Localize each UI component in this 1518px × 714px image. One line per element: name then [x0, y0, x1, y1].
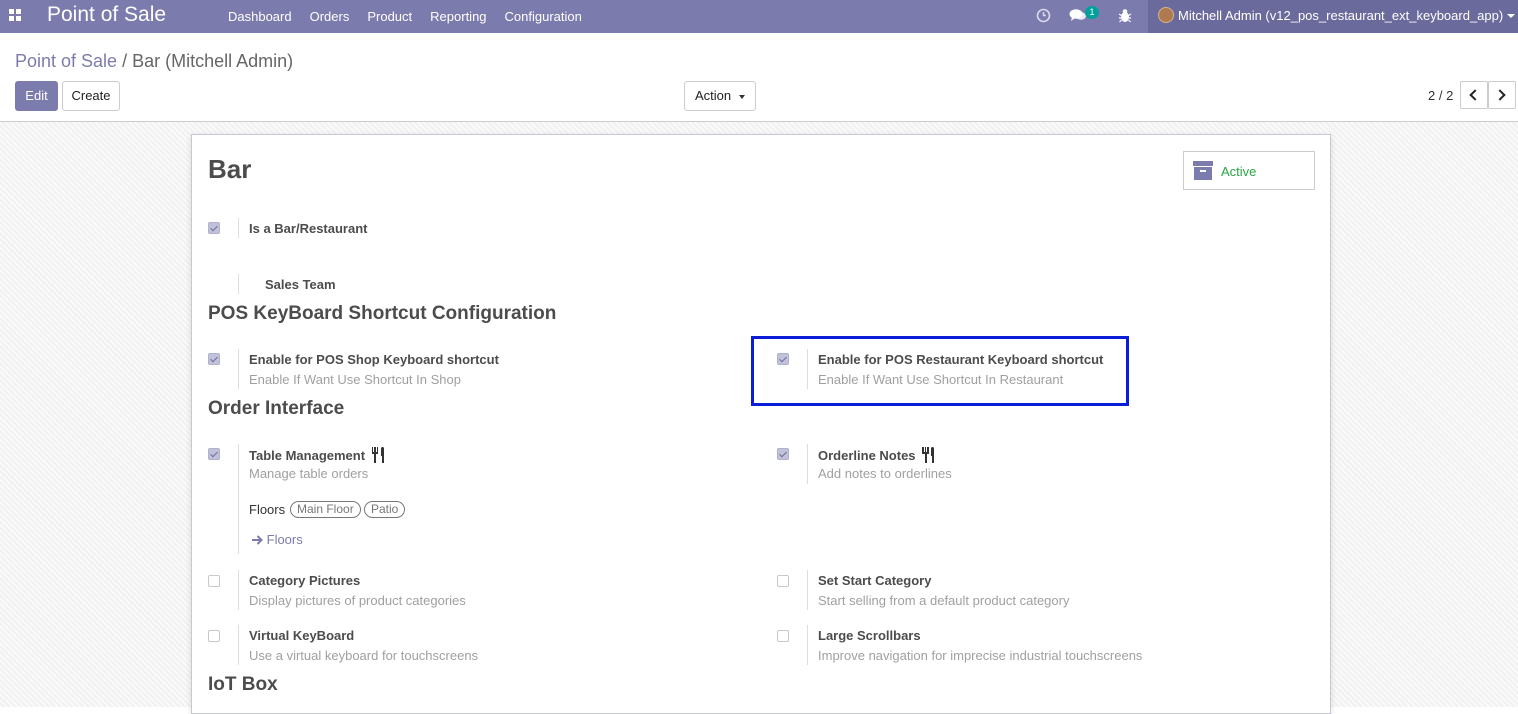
orderline-notes-label: Orderline Notes [818, 448, 916, 463]
sales-team-label: Sales Team [265, 277, 336, 292]
category-pictures-checkbox[interactable] [208, 575, 220, 587]
separator [238, 625, 239, 665]
bug-icon[interactable] [1118, 8, 1132, 23]
shop-keyboard-label: Enable for POS Shop Keyboard shortcut [249, 352, 499, 367]
pager-previous-button[interactable] [1460, 81, 1488, 109]
menu-dashboard[interactable]: Dashboard [228, 9, 292, 24]
large-scrollbars-help: Improve navigation for imprecise industr… [818, 648, 1143, 663]
is-bar-checkbox[interactable] [208, 222, 220, 234]
table-management-help: Manage table orders [249, 466, 369, 481]
start-category-checkbox[interactable] [777, 575, 789, 587]
breadcrumb-root[interactable]: Point of Sale [15, 51, 117, 71]
pager-next-button[interactable] [1488, 81, 1516, 109]
separator [238, 570, 239, 610]
category-pictures-help: Display pictures of product categories [249, 593, 466, 608]
chevron-right-icon [1494, 89, 1506, 101]
separator [238, 218, 239, 238]
archive-icon [1193, 161, 1213, 181]
menu-orders[interactable]: Orders [310, 9, 350, 24]
restaurant-icon [921, 447, 935, 463]
floor-tag[interactable]: Main Floor [290, 501, 361, 518]
action-label: Action [695, 88, 732, 103]
is-bar-label: Is a Bar/Restaurant [249, 221, 368, 236]
orderline-notes-field: Orderline Notes [818, 447, 935, 463]
record-title: Bar [208, 154, 252, 184]
orderline-notes-help: Add notes to orderlines [818, 466, 952, 481]
orderline-notes-checkbox[interactable] [777, 448, 789, 460]
virtual-keyboard-help: Use a virtual keyboard for touchscreens [249, 648, 479, 663]
active-status: Active [1221, 164, 1257, 179]
separator [238, 444, 239, 554]
create-button[interactable]: Create [62, 81, 120, 111]
table-management-field: Table Management [249, 447, 385, 463]
section-keyboard-shortcut: POS KeyBoard Shortcut Configuration [208, 303, 557, 324]
breadcrumb: Point of Sale / Bar (Mitchell Admin) [15, 51, 293, 72]
chevron-left-icon [1469, 89, 1481, 101]
large-scrollbars-label: Large Scrollbars [818, 628, 921, 643]
large-scrollbars-checkbox[interactable] [777, 630, 789, 642]
avatar [1158, 7, 1174, 23]
section-iot-box: IoT Box [208, 674, 278, 695]
floors-link-label: Floors [266, 532, 303, 547]
floors-link[interactable]: Floors [252, 532, 303, 547]
chat-count-badge: 1 [1085, 6, 1099, 19]
table-management-label: Table Management [249, 448, 366, 463]
menu-reporting[interactable]: Reporting [430, 9, 486, 24]
control-panel: Point of Sale / Bar (Mitchell Admin) Edi… [0, 33, 1518, 122]
arrow-right-icon [252, 535, 263, 545]
main-menu: Dashboard Orders Product Reporting Confi… [228, 9, 600, 24]
menu-product[interactable]: Product [367, 9, 412, 24]
table-management-checkbox[interactable] [208, 448, 220, 460]
separator [807, 570, 808, 610]
breadcrumb-current: Bar (Mitchell Admin) [132, 51, 294, 71]
separator [238, 274, 239, 294]
app-name[interactable]: Point of Sale [47, 3, 166, 27]
menu-configuration[interactable]: Configuration [505, 9, 582, 24]
shop-keyboard-checkbox[interactable] [208, 353, 220, 365]
separator [238, 349, 239, 389]
restaurant-icon [371, 447, 385, 463]
caret-down-icon [739, 95, 745, 99]
section-order-interface: Order Interface [208, 398, 345, 419]
floors-label: Floors [249, 502, 286, 517]
separator [807, 444, 808, 484]
pager-value: 2 / 2 [1428, 88, 1454, 103]
separator [807, 625, 808, 665]
shop-keyboard-help: Enable If Want Use Shortcut In Shop [249, 372, 461, 387]
virtual-keyboard-label: Virtual KeyBoard [249, 628, 355, 643]
clock-icon[interactable] [1036, 8, 1051, 23]
start-category-label: Set Start Category [818, 573, 932, 588]
top-navbar: Point of Sale Dashboard Orders Product R… [0, 0, 1518, 33]
user-menu[interactable]: Mitchell Admin (v12_pos_restaurant_ext_k… [1148, 0, 1518, 33]
edit-button[interactable]: Edit [15, 81, 58, 111]
breadcrumb-separator: / [122, 51, 128, 71]
caret-down-icon [1507, 14, 1515, 18]
floor-tag[interactable]: Patio [364, 501, 406, 518]
user-name: Mitchell Admin (v12_pos_restaurant_ext_k… [1178, 8, 1504, 23]
virtual-keyboard-checkbox[interactable] [208, 630, 220, 642]
highlight-box [751, 336, 1129, 406]
start-category-help: Start selling from a default product cat… [818, 593, 1070, 608]
active-toggle-button[interactable]: Active [1183, 151, 1315, 190]
apps-icon[interactable] [9, 9, 21, 21]
category-pictures-label: Category Pictures [249, 573, 361, 588]
action-dropdown[interactable]: Action [684, 81, 756, 111]
